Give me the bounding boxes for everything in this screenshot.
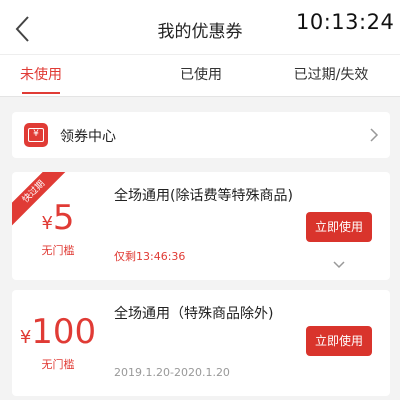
amount-value: 5 bbox=[52, 198, 75, 238]
tab-unused[interactable]: 未使用 bbox=[12, 55, 70, 97]
header-bar: 我的优惠券 10:13:24 bbox=[0, 0, 400, 54]
tab-used[interactable]: 已使用 bbox=[172, 55, 230, 97]
amount-value: 100 bbox=[31, 312, 97, 352]
coupon-title: 全场通用(除话费等特殊商品) bbox=[114, 188, 293, 204]
countdown-text: 仅剩13:46:36 bbox=[114, 250, 186, 263]
coupon-center-row[interactable]: ¥ 领券中心 bbox=[12, 112, 390, 158]
threshold-label: 无门槛 bbox=[41, 244, 75, 257]
chevron-down-icon[interactable] bbox=[332, 260, 346, 270]
coupon-ticket-icon: ¥ bbox=[24, 123, 48, 147]
coupon-center-label: 领券中心 bbox=[60, 129, 116, 145]
chevron-right-icon bbox=[370, 128, 379, 142]
clock-text: 10:13:24 bbox=[296, 10, 395, 34]
coupon-amount: ¥100 bbox=[12, 312, 104, 352]
threshold-label: 无门槛 bbox=[41, 358, 75, 371]
validity-dates: 2019.1.20-2020.1.20 bbox=[114, 366, 230, 379]
currency-symbol: ¥ bbox=[41, 213, 53, 234]
coupon-amount: ¥5 bbox=[12, 198, 104, 238]
tab-expired[interactable]: 已过期/失效 bbox=[276, 55, 386, 97]
tab-bar: 未使用 已使用 已过期/失效 bbox=[0, 54, 400, 97]
use-now-button[interactable]: 立即使用 bbox=[306, 326, 372, 356]
coupon-card: 快过期 ¥5 无门槛 全场通用(除话费等特殊商品) 仅剩13:46:36 立即使… bbox=[12, 172, 390, 280]
use-now-button[interactable]: 立即使用 bbox=[306, 212, 372, 242]
coupon-title: 全场通用（特殊商品除外) bbox=[114, 306, 274, 322]
active-tab-indicator bbox=[22, 92, 60, 94]
currency-symbol: ¥ bbox=[19, 327, 32, 348]
coupon-card: ¥100 无门槛 全场通用（特殊商品除外) 2019.1.20-2020.1.2… bbox=[12, 290, 390, 396]
